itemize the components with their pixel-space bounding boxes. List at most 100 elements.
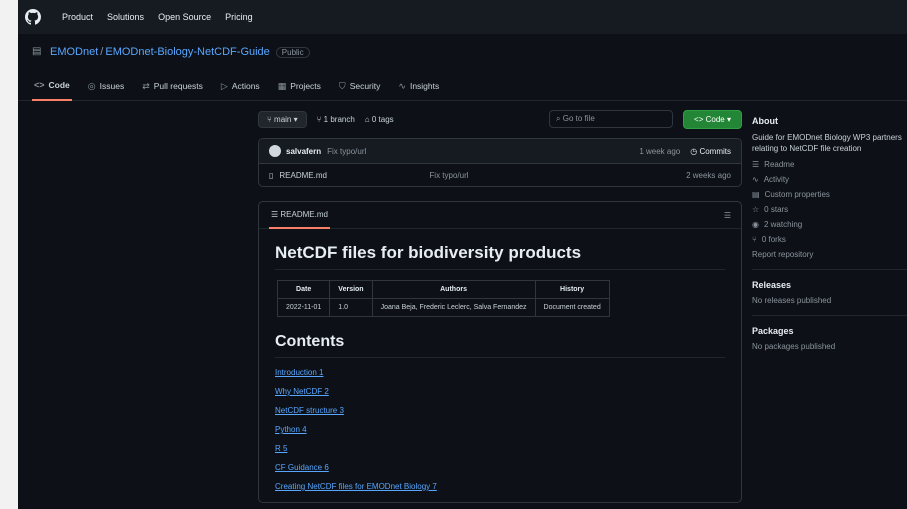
tab-security[interactable]: ⛉ Security — [337, 72, 382, 100]
latest-commit: salvafern Fix typo/url 1 week ago ◷ Comm… — [259, 139, 741, 164]
tab-issues[interactable]: ◎ Issues — [86, 72, 126, 100]
github-page: Product Solutions Open Source Pricing ▤ … — [18, 0, 907, 509]
toc-link[interactable]: Introduction 1 — [275, 368, 725, 377]
watchers-link[interactable]: ◉ 2 watching — [752, 220, 907, 229]
shield-icon: ⛉ — [338, 80, 346, 91]
github-logo-icon[interactable] — [24, 8, 42, 26]
table-header-history: History — [534, 280, 610, 299]
watchers-label: 2 watching — [763, 220, 803, 230]
branches-label: 1 branch — [323, 114, 355, 124]
about-sidebar: About Guide for EMODnet Biology WP3 part… — [752, 108, 907, 351]
repo-name-link[interactable]: EMODnet-Biology-NetCDF-Guide — [105, 46, 269, 58]
readme-content: NetCDF files for biodiversity products D… — [259, 229, 741, 502]
tab-label: Code — [48, 80, 70, 90]
file-icon: ▯ — [269, 170, 274, 180]
nav-open-source[interactable]: Open Source — [158, 12, 211, 22]
repo-header: ▤ EMODnet / EMODnet-Biology-NetCDF-Guide… — [18, 42, 907, 62]
table-row: 2022-11-01 1.0 Joana Beja, Frederic Lecl… — [276, 298, 610, 317]
cell-version: 1.0 — [329, 298, 373, 317]
stars-link[interactable]: ☆ 0 stars — [752, 205, 907, 214]
readme-link-label: Readme — [764, 160, 795, 170]
cell-authors: Joana Beja, Frederic Leclerc, Salva Fern… — [371, 298, 536, 317]
file-commit-message[interactable]: Fix typo/url — [429, 171, 468, 180]
readme-tab[interactable]: ☰ README.md — [269, 202, 330, 229]
tab-actions[interactable]: ▷ Actions — [219, 72, 262, 100]
nav-pricing[interactable]: Pricing — [225, 12, 253, 22]
toc-link[interactable]: Why NetCDF 2 — [275, 387, 725, 396]
tab-insights[interactable]: ∿ Insights — [396, 72, 441, 100]
releases-title[interactable]: Releases — [752, 280, 907, 290]
search-icon: ⌕ — [556, 114, 563, 123]
toc-link[interactable]: NetCDF structure 3 — [275, 406, 725, 415]
table-header-version: Version — [329, 280, 373, 299]
top-nav: Product Solutions Open Source Pricing — [62, 12, 253, 22]
activity-label: Activity — [763, 175, 790, 185]
branch-name: main — [274, 114, 292, 124]
toc-link[interactable]: R 5 — [275, 444, 725, 453]
code-icon: <> — [34, 80, 45, 90]
forks-label: 0 forks — [761, 235, 786, 245]
readme-title: NetCDF files for biodiversity products — [275, 243, 725, 270]
branch-select[interactable]: ⑂ main ▾ — [258, 110, 307, 128]
fork-icon: ⑂ — [752, 235, 757, 245]
toc-link[interactable]: Creating NetCDF files for EMODnet Biolog… — [275, 482, 725, 491]
contents-heading: Contents — [275, 333, 725, 358]
divider — [752, 269, 907, 271]
pull-request-icon: ⇄ — [142, 80, 150, 91]
commit-message[interactable]: Fix typo/url — [327, 147, 366, 156]
tab-projects[interactable]: ▦ Projects — [276, 72, 323, 100]
eye-icon: ◉ — [752, 220, 759, 230]
file-name[interactable]: README.md — [279, 171, 429, 180]
file-row[interactable]: ▯ README.md Fix typo/url 2 weeks ago — [259, 164, 741, 186]
repo-icon: ▤ — [32, 46, 42, 57]
play-icon: ▷ — [220, 80, 228, 91]
list-icon: ☰ — [271, 209, 281, 219]
nav-solutions[interactable]: Solutions — [107, 12, 144, 22]
file-toolbar: ⑂ main ▾ ⑂ 1 branch ⌂ 0 tags ⌕ Go to fil… — [258, 108, 742, 130]
table-header-row: Date Version Authors History — [276, 280, 610, 299]
outline-icon[interactable]: ☰ — [724, 211, 731, 220]
commit-meta: 1 week ago — [639, 146, 681, 156]
tab-label: Security — [349, 81, 381, 91]
custom-properties-label: Custom properties — [764, 190, 830, 200]
report-repository-link[interactable]: Report repository — [752, 250, 907, 259]
repo-tabs: <> Code ◎ Issues ⇄ Pull requests ▷ Actions ▦… — [18, 72, 907, 101]
file-time: 2 weeks ago — [686, 170, 731, 180]
commits-link[interactable]: ◷ Commits — [690, 147, 731, 156]
toc-link[interactable]: Python 4 — [275, 425, 725, 434]
table-icon: ▦ — [277, 80, 287, 91]
tags-link[interactable]: ⌂ 0 tags — [365, 115, 394, 124]
version-table: Date Version Authors History 2022-11-01 … — [276, 280, 610, 317]
stars-label: 0 stars — [764, 205, 789, 215]
tab-pull-requests[interactable]: ⇄ Pull requests — [140, 72, 205, 100]
packages-title[interactable]: Packages — [752, 326, 907, 336]
tab-code[interactable]: <> Code — [32, 71, 72, 101]
pulse-icon: ∿ — [752, 175, 759, 185]
star-icon: ☆ — [752, 205, 760, 215]
file-list: salvafern Fix typo/url 1 week ago ◷ Comm… — [258, 138, 742, 187]
table-header-authors: Authors — [371, 280, 536, 299]
window-edge — [0, 0, 18, 509]
repo-owner-link[interactable]: EMODnet — [50, 46, 98, 58]
forks-link[interactable]: ⑂ 0 forks — [752, 235, 907, 244]
global-header: Product Solutions Open Source Pricing — [18, 0, 907, 34]
branches-link[interactable]: ⑂ 1 branch — [317, 115, 355, 124]
code-button[interactable]: <> Code ▾ — [683, 109, 742, 129]
nav-product[interactable]: Product — [62, 12, 93, 22]
packages-text: No packages published — [752, 342, 836, 352]
visibility-badge: Public — [275, 46, 310, 58]
readme-header: ☰ README.md ☰ — [259, 202, 741, 229]
about-description: Guide for EMODnet Biology WP3 partners r… — [752, 133, 902, 154]
avatar[interactable] — [269, 145, 281, 157]
custom-properties-link[interactable]: ▤ Custom properties — [752, 190, 907, 199]
go-to-file-input[interactable]: ⌕ Go to file — [549, 110, 674, 128]
activity-link[interactable]: ∿ Activity — [752, 175, 907, 184]
graph-icon: ∿ — [398, 80, 406, 91]
table-header-date: Date — [276, 280, 331, 299]
commit-author[interactable]: salvafern — [286, 147, 321, 156]
toc-link[interactable]: CF Guidance 6 — [275, 463, 725, 472]
branch-icon: ⑂ — [267, 114, 275, 124]
tab-label: Insights — [409, 81, 440, 91]
readme-link[interactable]: ☰ Readme — [752, 160, 907, 169]
readme-tab-label: README.md — [280, 209, 328, 219]
